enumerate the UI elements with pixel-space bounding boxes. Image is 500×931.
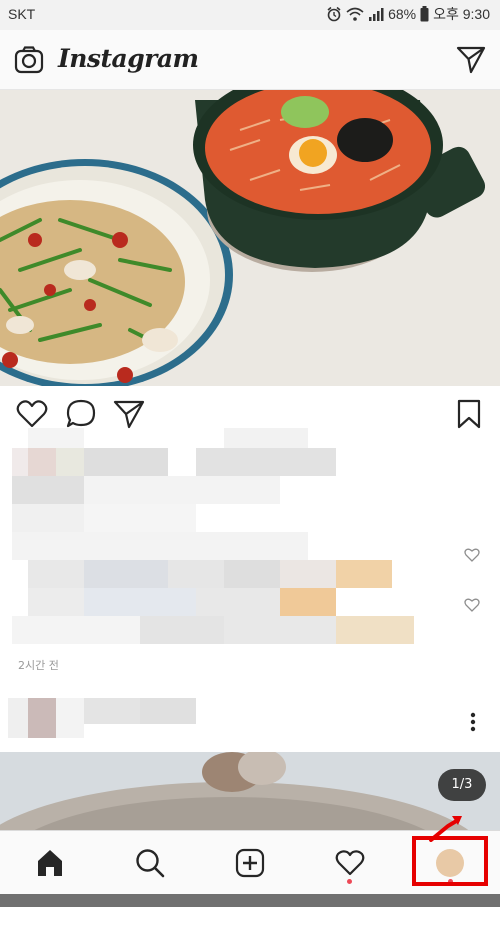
next-post-photo[interactable] xyxy=(0,752,500,832)
instagram-logo: Instagram xyxy=(58,44,199,73)
direct-message-icon[interactable] xyxy=(456,44,486,74)
comment-like-icon[interactable] xyxy=(464,597,480,613)
signal-icon xyxy=(369,8,384,21)
app-header: Instagram xyxy=(0,30,500,90)
status-icons: 68% 오후 9:30 xyxy=(326,4,490,24)
add-post-icon xyxy=(235,848,265,878)
wifi-icon xyxy=(346,7,364,21)
nav-new-post[interactable] xyxy=(200,831,300,895)
food-photo-illustration xyxy=(0,90,500,386)
more-options-icon[interactable] xyxy=(470,712,476,732)
bookmark-icon[interactable] xyxy=(453,398,485,430)
clock: 오후 9:30 xyxy=(433,6,490,22)
alarm-icon xyxy=(327,6,341,22)
heart-icon[interactable] xyxy=(16,398,48,430)
activity-heart-icon xyxy=(335,850,365,876)
battery-icon xyxy=(420,6,429,22)
next-post-header xyxy=(0,690,500,750)
home-icon xyxy=(38,850,62,876)
nav-activity[interactable] xyxy=(300,831,400,895)
system-navigation-bar xyxy=(0,894,500,907)
carrier-label: SKT xyxy=(8,6,36,22)
carousel-page-indicator: 1/3 xyxy=(438,769,486,801)
next-post-illustration xyxy=(0,752,500,832)
search-icon xyxy=(136,849,165,878)
bottom-margin xyxy=(0,907,500,931)
highlight-box xyxy=(412,836,488,886)
post-photo[interactable] xyxy=(0,90,500,386)
share-icon[interactable] xyxy=(113,398,145,430)
pointer-arrow-annotation xyxy=(429,816,462,842)
status-bar: SKT 68% 오후 9:30 xyxy=(0,0,500,30)
activity-notification-dot xyxy=(347,879,352,884)
comment-like-icon[interactable] xyxy=(464,547,480,563)
post-timestamp: 2시간 전 xyxy=(18,659,59,672)
nav-home[interactable] xyxy=(0,831,100,895)
nav-search[interactable] xyxy=(100,831,200,895)
camera-icon[interactable] xyxy=(14,45,44,75)
battery-percent: 68% xyxy=(388,6,417,22)
comment-icon[interactable] xyxy=(65,398,97,430)
blurred-caption-and-comments xyxy=(12,428,432,646)
